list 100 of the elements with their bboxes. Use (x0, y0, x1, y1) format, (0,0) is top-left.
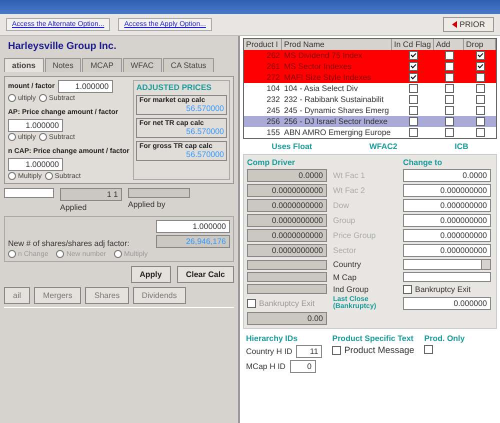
section-title: Prod. Only (424, 334, 465, 343)
input-field[interactable]: 0.000000000 (403, 229, 491, 242)
checkbox[interactable] (408, 51, 418, 60)
checkbox[interactable] (476, 106, 484, 115)
section-tab[interactable]: ail (4, 287, 30, 304)
table-cell-text: 272 (266, 72, 281, 83)
table-row[interactable]: 245 245 - Dynamic Shares Emerg (244, 105, 496, 116)
input-field[interactable]: 1.000000 (58, 80, 113, 93)
checkbox[interactable] (444, 128, 454, 137)
tab[interactable]: Notes (44, 58, 82, 72)
table-cell-text: MS Dividend 75 Index (283, 50, 364, 61)
input-field[interactable]: 1.000000 (8, 158, 63, 171)
tab[interactable]: CA Status (162, 58, 214, 72)
table-cell-text: 245 - Dynamic Shares Emerg (283, 105, 390, 116)
checkbox[interactable] (444, 106, 454, 115)
product-message-checkbox[interactable]: Product Message (332, 345, 414, 355)
field-label: Wt Fac 1 (333, 171, 366, 180)
left-arrow-icon (452, 21, 457, 28)
section-label: ICB (454, 142, 468, 151)
checkbox[interactable] (408, 95, 418, 104)
checkbox[interactable] (444, 51, 454, 60)
table-row[interactable]: 256 256 - DJ Israel Sector Indexe (244, 116, 496, 127)
input-field[interactable]: 0.0000 (403, 169, 491, 182)
checkbox[interactable] (408, 117, 418, 126)
field-label: Country H ID (246, 347, 292, 356)
checkbox[interactable] (408, 73, 418, 82)
tab[interactable]: ations (4, 58, 44, 72)
price-value: 56.570000 (185, 104, 224, 113)
input-field[interactable]: 0.000000000 (403, 214, 491, 227)
bankruptcy-checkbox[interactable]: Bankruptcy Exit (403, 284, 491, 294)
checkbox[interactable] (476, 95, 484, 104)
checkbox[interactable] (476, 73, 484, 82)
input-field[interactable]: 11 (296, 345, 322, 358)
applied-by-field (128, 188, 190, 198)
field-label: Dow (333, 201, 350, 210)
section-title: Comp Driver (247, 158, 296, 167)
checkbox[interactable] (476, 51, 484, 60)
section-label: WFAC2 (369, 142, 398, 151)
bankruptcy-value-field: 0.00 (247, 312, 327, 325)
section-tab[interactable]: Dividends (132, 287, 186, 304)
input-field[interactable] (403, 272, 491, 282)
input-field[interactable]: 0.000000 (403, 296, 491, 310)
table-cell-text: 104 (266, 83, 281, 94)
input-field[interactable]: 0 (290, 360, 316, 373)
checkbox[interactable] (476, 62, 484, 71)
checkbox[interactable] (424, 345, 434, 354)
field-label: MCap H ID (246, 362, 286, 371)
input-field[interactable]: 0.000000000 (403, 199, 491, 212)
checkbox[interactable] (476, 84, 484, 93)
field-label: Price Group (333, 231, 377, 240)
section-tab[interactable]: Shares (85, 287, 129, 304)
table-row[interactable]: 155 ABN AMRO Emerging Europe (244, 127, 496, 138)
table-cell-text: ABN AMRO Emerging Europe (283, 127, 392, 138)
section-title: ADJUSTED PRICES (136, 83, 212, 92)
checkbox[interactable] (444, 117, 454, 126)
prior-button[interactable]: PRIOR (442, 17, 494, 32)
table-row[interactable]: 232 232 - Rabibank Sustainabilit (244, 94, 496, 105)
table-cell-text: MAFI Size Style Indexes (283, 72, 372, 83)
field-label: Ind Group (333, 284, 370, 294)
field-label: Wt Fac 2 (333, 186, 366, 195)
checkbox[interactable] (408, 128, 418, 137)
section-title: Product Specific Text (332, 334, 414, 343)
price-value: 56.570000 (185, 127, 224, 136)
tab[interactable]: WFAC (122, 58, 162, 72)
checkbox[interactable] (408, 106, 418, 115)
field-label: Group (333, 216, 356, 225)
price-value: 56.570000 (185, 150, 224, 159)
input-field[interactable]: 1.000000 (8, 119, 63, 132)
field-label: Applied by (128, 200, 166, 209)
field-label: Sector (333, 246, 358, 255)
input-field[interactable]: 1.000000 (156, 220, 230, 233)
field-label: Applied (60, 203, 88, 212)
comp-driver-field: 0.0000 (247, 169, 327, 182)
field-label: New # of shares/shares adj factor: (8, 239, 130, 248)
checkbox[interactable] (444, 95, 454, 104)
input-field[interactable] (4, 188, 54, 198)
comp-driver-field: 0.0000000000 (247, 184, 327, 197)
tab[interactable]: MCAP (82, 58, 122, 72)
checkbox[interactable] (444, 84, 454, 93)
checkbox[interactable] (444, 62, 454, 71)
dropdown[interactable] (403, 259, 491, 270)
action-button[interactable]: Apply (130, 266, 171, 283)
table-cell-text: 104 - Asia Select Div (283, 83, 359, 94)
checkbox[interactable] (408, 62, 418, 71)
checkbox[interactable] (476, 128, 484, 137)
input-field[interactable]: 0.000000000 (403, 244, 491, 257)
company-title: Harleysville Group Inc. (7, 40, 118, 54)
comp-driver-field: 0.0000000000 (247, 199, 327, 212)
checkbox[interactable] (408, 84, 418, 93)
input-field[interactable]: 0.000000000 (403, 184, 491, 197)
checkbox[interactable] (444, 73, 454, 82)
comp-driver-field: 0.0000000000 (247, 229, 327, 242)
table-cell-text: MS Sector Indexes (283, 61, 353, 72)
checkbox[interactable] (476, 117, 484, 126)
table-row[interactable]: 104 104 - Asia Select Div (244, 83, 496, 94)
shares-readout: 26,946,176 (156, 235, 230, 248)
action-button[interactable]: Clear Calc (176, 266, 234, 283)
field-label: M Cap (333, 272, 358, 282)
field-label: Country (333, 260, 362, 269)
table-cell-text: 232 - Rabibank Sustainabilit (283, 94, 385, 105)
